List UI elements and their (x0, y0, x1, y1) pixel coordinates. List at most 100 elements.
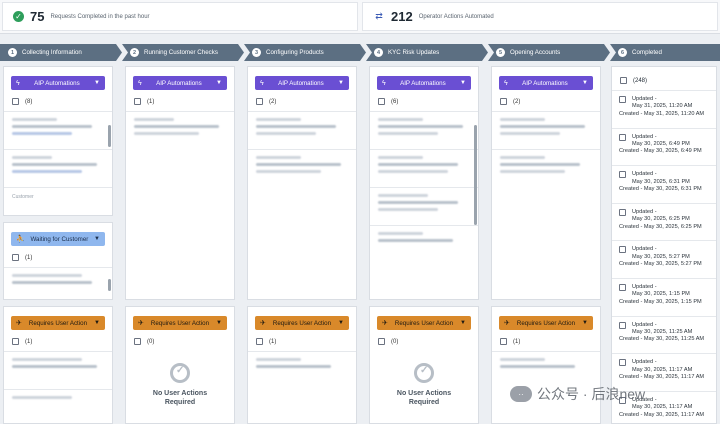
list-item[interactable] (126, 111, 234, 149)
created-text: Created - May 30, 2025, 5:27 PM (619, 261, 702, 268)
row-checkbox[interactable] (619, 359, 626, 367)
created-text: Created - May 30, 2025, 6:25 PM (619, 223, 702, 230)
updated-label: Updated - (632, 359, 657, 366)
step-configuring[interactable]: 3 Configuring Products (244, 44, 366, 61)
chevron-down-icon[interactable]: ▼ (460, 80, 466, 86)
row-checkbox[interactable] (619, 283, 626, 291)
row-checkbox[interactable] (619, 133, 626, 141)
select-all-checkbox[interactable] (620, 77, 627, 84)
chevron-down-icon[interactable]: ▼ (582, 320, 588, 326)
aip-card: ϟ AIP Automations ▼ (2) (491, 66, 601, 300)
list-item[interactable] (4, 389, 112, 423)
list-item[interactable] (248, 111, 356, 149)
completed-entry[interactable]: Updated - May 30, 2025, 5:27 PM Created - … (612, 241, 716, 279)
select-all-checkbox[interactable] (12, 98, 19, 105)
aip-header[interactable]: ϟ AIP Automations ▼ (11, 76, 105, 90)
aip-count: (2) (513, 98, 521, 105)
created-text: Created - May 30, 2025, 11:17 AM (619, 411, 705, 418)
list-item[interactable] (248, 351, 356, 389)
list-item[interactable] (4, 149, 112, 187)
select-all-checkbox[interactable] (500, 338, 507, 345)
row-checkbox[interactable] (619, 96, 626, 103)
step-number: 5 (496, 48, 505, 57)
action-header[interactable]: ✈ Requires User Action ▼ (499, 316, 593, 330)
waiting-header[interactable]: ⛹ Waiting for Customer ▼ (11, 232, 105, 246)
completed-entry[interactable]: Updated - May 30, 2025, 1:15 PM Created - … (612, 279, 716, 317)
list-item[interactable] (370, 187, 478, 225)
chevron-down-icon[interactable]: ▼ (338, 320, 344, 326)
aip-header[interactable]: ϟ AIP Automations ▼ (377, 76, 471, 90)
list-item[interactable] (492, 111, 600, 149)
select-all-checkbox[interactable] (256, 98, 263, 105)
select-all-checkbox[interactable] (378, 338, 385, 345)
pipeline-steps: 1 Collecting Information 2 Running Custome… (0, 44, 720, 61)
list-item[interactable] (370, 149, 478, 187)
aip-header[interactable]: ϟ AIP Automations ▼ (133, 76, 227, 90)
row-checkbox[interactable] (619, 208, 626, 216)
chevron-down-icon[interactable]: ▼ (460, 320, 466, 326)
select-all-checkbox[interactable] (134, 98, 141, 105)
step-number: 6 (618, 48, 627, 57)
scrollbar[interactable] (108, 279, 111, 291)
empty-state: No User Actions Required (126, 363, 234, 407)
updated-label: Updated - (632, 171, 657, 178)
automated-label: Operator Actions Automated (418, 13, 494, 20)
item-hint: Customer (12, 194, 34, 200)
list-item[interactable] (4, 267, 112, 299)
chevron-down-icon[interactable]: ▼ (216, 320, 222, 326)
action-header[interactable]: ✈ Requires User Action ▼ (377, 316, 471, 330)
action-count-row: (1) (500, 338, 592, 345)
chevron-down-icon[interactable]: ▼ (338, 80, 344, 86)
step-collecting[interactable]: 1 Collecting Information (0, 44, 122, 61)
step-completed[interactable]: 6 Completed (610, 44, 720, 61)
select-all-checkbox[interactable] (256, 338, 263, 345)
aip-header[interactable]: ϟ AIP Automations ▼ (255, 76, 349, 90)
aip-header[interactable]: ϟ AIP Automations ▼ (499, 76, 593, 90)
aip-card: ϟ AIP Automations ▼ (8) Customer (3, 66, 113, 216)
completed-entry[interactable]: Updated - May 30, 2025, 6:25 PM Created - … (612, 204, 716, 242)
updated-label: Updated - (632, 246, 657, 253)
updated-label: Updated - (632, 283, 657, 290)
check-ring-icon (170, 363, 190, 383)
select-all-checkbox[interactable] (12, 254, 19, 261)
completed-entry[interactable]: Updated - May 30, 2025, 6:49 PM Created - … (612, 129, 716, 167)
chevron-down-icon[interactable]: ▼ (216, 80, 222, 86)
list-item[interactable] (370, 111, 478, 149)
waiting-card: ⛹ Waiting for Customer ▼ (1) (3, 222, 113, 300)
completed-entry[interactable]: Updated - May 30, 2025, 11:25 AM Created -… (612, 317, 716, 355)
select-all-checkbox[interactable] (500, 98, 507, 105)
scrollbar[interactable] (108, 125, 111, 147)
updated-date: May 30, 2025, 5:27 PM (632, 253, 690, 260)
completed-entry[interactable]: Updated - May 31, 2025, 11:20 AM Created -… (612, 91, 716, 129)
action-header[interactable]: ✈ Requires User Action ▼ (255, 316, 349, 330)
completed-entry[interactable]: Updated - May 30, 2025, 6:31 PM Created - … (612, 166, 716, 204)
select-all-checkbox[interactable] (12, 338, 19, 345)
list-item[interactable] (492, 149, 600, 187)
chevron-down-icon[interactable]: ▼ (582, 80, 588, 86)
scrollbar[interactable] (474, 125, 477, 225)
select-all-checkbox[interactable] (378, 98, 385, 105)
row-checkbox[interactable] (619, 246, 626, 254)
list-item[interactable]: Customer (4, 187, 112, 201)
chevron-down-icon[interactable]: ▼ (94, 80, 100, 86)
row-checkbox[interactable] (619, 321, 626, 329)
action-card: ✈Requires User Action▼ (0) No User Actio… (125, 306, 235, 424)
chevron-down-icon[interactable]: ▼ (94, 320, 100, 326)
step-kyc[interactable]: 4 KYC Risk Updates (366, 44, 488, 61)
chevron-down-icon[interactable]: ▼ (94, 236, 100, 242)
step-opening[interactable]: 5 Opening Accounts (488, 44, 610, 61)
row-checkbox[interactable] (619, 171, 626, 179)
step-number: 4 (374, 48, 383, 57)
list-item[interactable] (4, 111, 112, 149)
list-item[interactable] (370, 225, 478, 263)
list-item[interactable] (4, 351, 112, 389)
action-header[interactable]: ✈ Requires User Action ▼ (133, 316, 227, 330)
step-customer-checks[interactable]: 2 Running Customer Checks (122, 44, 244, 61)
action-count-row: (1) (12, 338, 104, 345)
check-circle-icon: ✓ (13, 11, 24, 22)
action-header[interactable]: ✈ Requires User Action ▼ (11, 316, 105, 330)
updated-date: May 30, 2025, 6:49 PM (632, 141, 690, 147)
list-item[interactable] (248, 149, 356, 187)
action-label: Requires User Action (150, 319, 210, 327)
select-all-checkbox[interactable] (134, 338, 141, 345)
